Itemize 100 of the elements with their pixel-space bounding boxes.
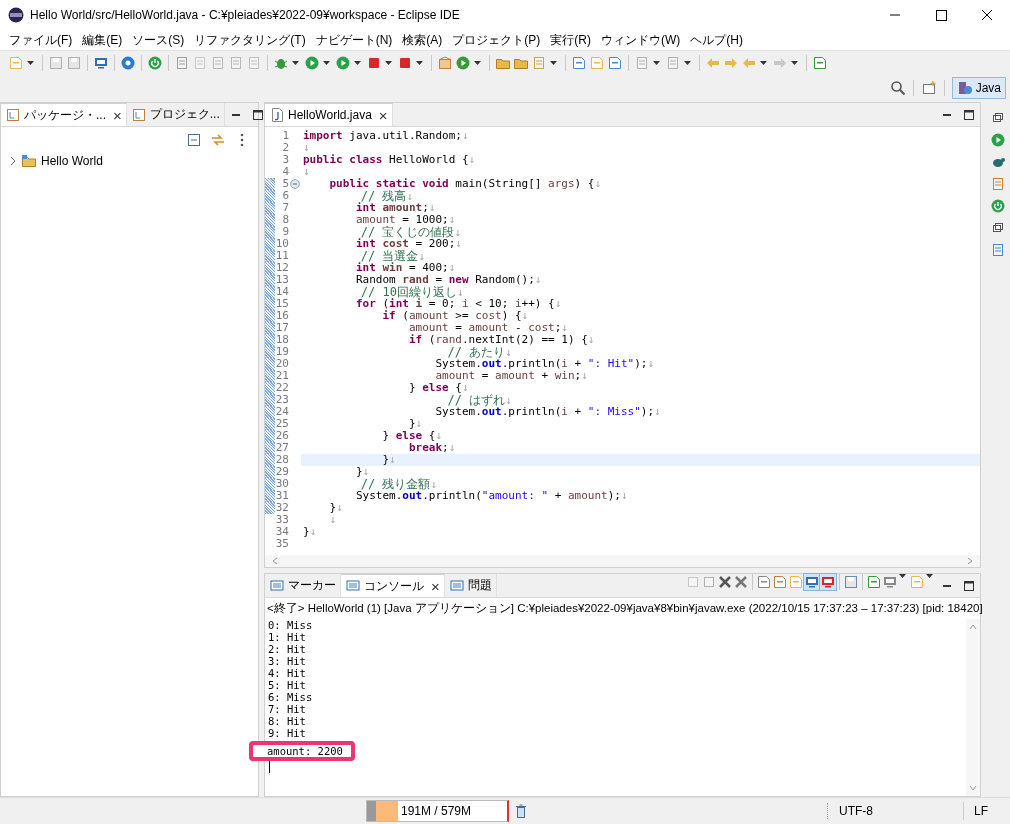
save-all-icon[interactable] [66, 55, 82, 71]
menu-item[interactable]: 実行(R) [545, 31, 596, 49]
menu-item[interactable]: ソース(S) [127, 31, 190, 49]
console-line: 5: Hit [268, 679, 306, 691]
caret-icon[interactable] [323, 61, 330, 65]
menu-item[interactable]: ナビゲート(N) [310, 31, 398, 49]
power-icon[interactable] [990, 198, 1006, 214]
view-tab[interactable]: 問題 [444, 574, 497, 597]
line-number: 7 [281, 202, 289, 214]
console-line: 6: Miss [268, 691, 313, 703]
caret-icon[interactable] [385, 61, 392, 65]
document-icon[interactable] [228, 55, 244, 71]
caret-icon[interactable] [791, 61, 798, 65]
tree-item[interactable]: Hello World [41, 154, 103, 168]
code-line: Random rand = new Random();↓ [354, 274, 542, 286]
line-number: 21 [275, 370, 289, 382]
editor-tab[interactable]: HelloWorld.java × [265, 103, 393, 126]
save-icon[interactable] [48, 55, 64, 71]
code-line: // 残り金額↓ [360, 478, 438, 490]
caret-icon[interactable] [899, 574, 906, 578]
menu-item[interactable]: ヘルプ(H) [685, 31, 748, 49]
caret-icon[interactable] [653, 61, 660, 65]
menu-item[interactable]: ファイル(F) [4, 31, 78, 49]
menu-item[interactable]: 検索(A) [397, 31, 448, 49]
line-number: 5 [281, 178, 289, 190]
package-icon[interactable] [437, 55, 453, 71]
console-icon[interactable] [804, 574, 820, 590]
search-icon[interactable] [889, 80, 906, 96]
line-number: 22 [275, 382, 289, 394]
console-line: 9: Hit [268, 727, 306, 739]
collapse-all-icon[interactable] [186, 132, 202, 148]
code-line: // はずれ↓ [446, 394, 512, 406]
caret-icon[interactable] [27, 61, 34, 65]
maximize-icon[interactable] [963, 579, 975, 592]
view-tab[interactable]: プロジェク... [126, 103, 225, 126]
menu-item[interactable]: ウィンドウ(W) [596, 31, 686, 49]
expand-chevron-icon[interactable] [9, 156, 17, 166]
memory-bar[interactable]: 191M / 579M [366, 800, 509, 822]
collapse-icon[interactable] [290, 179, 300, 189]
caret-icon[interactable] [474, 61, 481, 65]
line-number: 35 [275, 538, 289, 550]
run-icon[interactable] [990, 132, 1006, 148]
line-number: 3 [281, 154, 289, 166]
code-line: amount = amount - cost;↓ [407, 322, 568, 334]
text-cursor [269, 761, 270, 773]
line-number: 17 [275, 322, 289, 334]
caret-icon[interactable] [684, 61, 691, 65]
scroll-up-icon[interactable] [969, 623, 977, 631]
document-icon[interactable] [210, 55, 226, 71]
close-button[interactable]: × [378, 106, 388, 124]
line-number: 6 [281, 190, 289, 202]
scroll-down-icon[interactable] [969, 784, 977, 792]
power-icon[interactable] [147, 55, 163, 71]
console-header: <終了> HelloWorld (1) [Java アプリケーション] C:¥pleiades¥2022-09¥java¥8¥bin¥javaw.exe (2022/10/15 17:37:23 – 17:37:23) [pid: 18420] [266, 601, 980, 616]
code-line: for (int i = 0; i < 10; i++) {↓ [354, 298, 562, 310]
caret-icon[interactable] [416, 61, 423, 65]
code-line: if (rand.nextInt(2) == 1) {↓ [407, 334, 595, 346]
java-perspective-button[interactable]: Java [951, 77, 1006, 99]
package-icon [5, 107, 21, 123]
monitor-icon[interactable] [93, 55, 109, 71]
maximize-icon[interactable] [251, 108, 264, 121]
code-line: }↓ [354, 466, 370, 478]
monitor-icon [448, 577, 465, 594]
caret-icon[interactable] [292, 61, 299, 65]
view-tab[interactable]: コンソール × [341, 574, 445, 597]
line-number: 2 [281, 142, 289, 154]
close-icon[interactable] [717, 574, 733, 590]
close-all-icon[interactable] [733, 574, 749, 590]
line-ending-label: LF [973, 804, 989, 818]
code-line: }↓ [381, 454, 396, 466]
save-icon[interactable] [843, 574, 859, 590]
line-number: 8 [281, 214, 289, 226]
menu-item[interactable]: プロジェクト(P) [447, 31, 546, 49]
line-number: 30 [275, 478, 289, 490]
open-perspective-icon[interactable] [920, 80, 937, 96]
view-tab[interactable]: パッケージ・... × [1, 103, 127, 126]
caret-icon[interactable] [760, 61, 767, 65]
code-line: } else {↓ [407, 382, 469, 394]
document-icon[interactable] [607, 55, 623, 71]
code-line: amount = amount + win;↓ [434, 370, 588, 382]
close-button[interactable]: × [431, 577, 440, 595]
code-line: if (amount >= cost) {↓ [381, 310, 529, 322]
gear-icon[interactable] [120, 55, 136, 71]
scroll-right-icon[interactable] [966, 557, 974, 565]
menu-item[interactable]: リファクタリング(T) [189, 31, 311, 49]
console-error-icon[interactable] [820, 574, 836, 590]
monitor-icon [345, 578, 361, 594]
caret-icon[interactable] [550, 61, 557, 65]
project-folder-icon [21, 153, 37, 169]
scroll-left-icon[interactable] [271, 557, 279, 565]
caret-icon[interactable] [926, 574, 933, 578]
code-line: System.out.println(i + ": Hit");↓ [434, 358, 655, 370]
menu-item[interactable]: 編集(E) [77, 31, 128, 49]
close-button[interactable]: × [113, 106, 122, 124]
console-line: 2: Hit [268, 643, 306, 655]
console-line: 7: Hit [268, 703, 306, 715]
maximize-icon[interactable] [963, 108, 975, 121]
trash-icon[interactable] [513, 803, 529, 819]
code-line: }↓ [328, 502, 343, 514]
caret-icon[interactable] [354, 61, 361, 65]
